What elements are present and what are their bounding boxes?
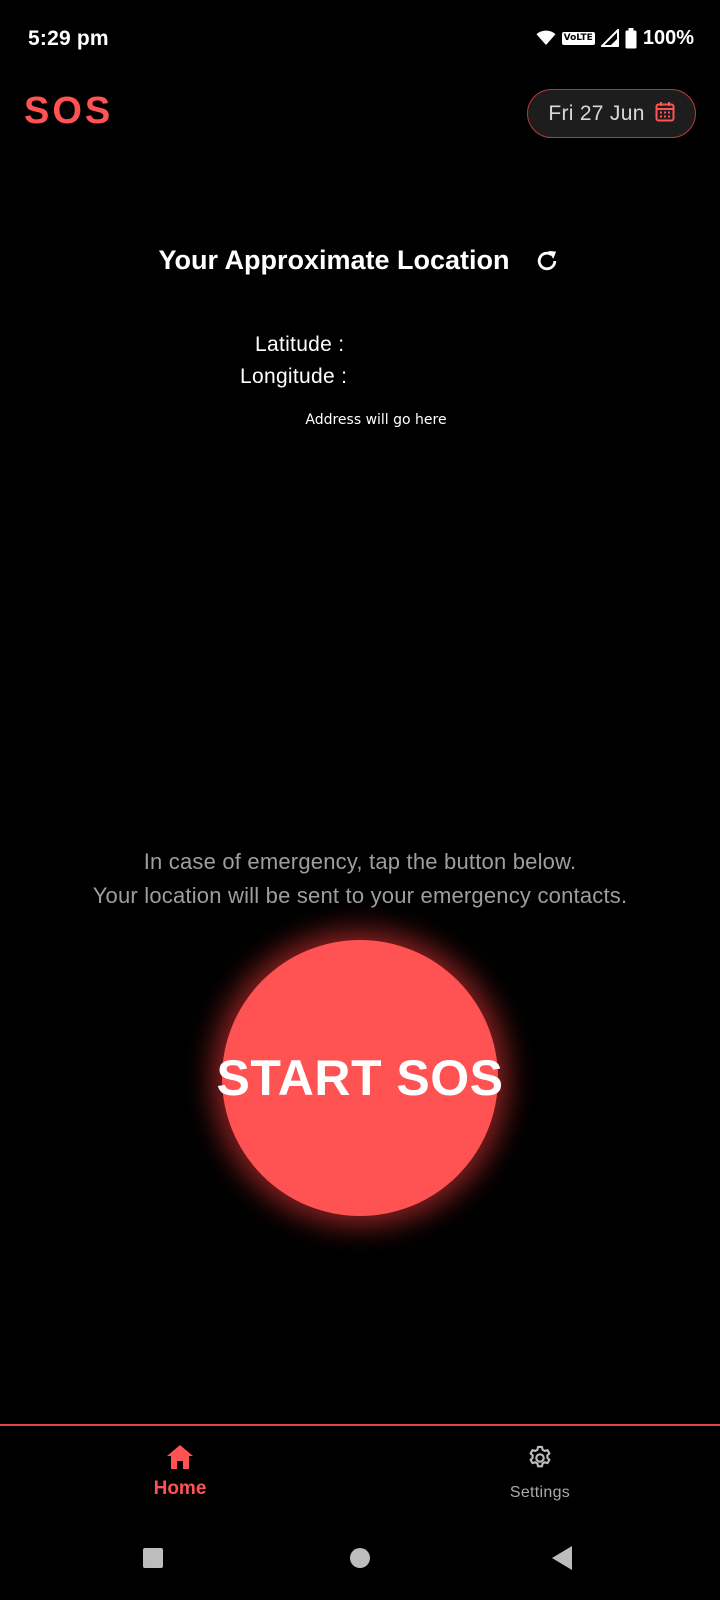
start-sos-button[interactable]: START SOS <box>217 940 503 1216</box>
nav-item-settings[interactable]: Settings <box>460 1444 620 1502</box>
instructions: In case of emergency, tap the button bel… <box>0 845 720 913</box>
home-icon <box>166 1444 194 1475</box>
wifi-icon <box>536 30 556 46</box>
nav-item-home[interactable]: Home <box>100 1444 260 1500</box>
recents-icon[interactable] <box>143 1548 163 1568</box>
battery-icon <box>625 27 637 49</box>
longitude-label: Longitude : <box>240 365 348 388</box>
location-title: Your Approximate Location <box>158 245 510 275</box>
calendar-icon <box>655 101 675 127</box>
instructions-line-1: In case of emergency, tap the button bel… <box>143 849 577 874</box>
latitude-label: Latitude : <box>255 333 345 356</box>
location-heading: Your Approximate Location <box>0 245 720 276</box>
refresh-icon[interactable] <box>532 246 562 276</box>
status-time: 5:29 pm <box>28 27 109 50</box>
system-nav-bar <box>0 1528 720 1600</box>
signal-icon <box>600 29 619 47</box>
back-icon[interactable] <box>552 1546 572 1570</box>
nav-label-home: Home <box>153 1478 207 1499</box>
date-picker-chip[interactable]: Fri 27 Jun <box>527 89 696 138</box>
bottom-nav: Home Settings <box>0 1424 720 1528</box>
date-label: Fri 27 Jun <box>548 101 645 125</box>
home-circle-icon[interactable] <box>350 1548 370 1568</box>
start-sos-label: START SOS <box>216 1050 504 1106</box>
gear-icon <box>526 1444 554 1477</box>
status-bar: 5:29 pm VoLTE 100% <box>0 0 720 78</box>
app-title: SOS <box>24 90 114 132</box>
battery-percent: 100% <box>642 26 694 49</box>
instructions-line-2: Your location will be sent to your emerg… <box>92 883 628 908</box>
volte-badge: VoLTE <box>561 31 595 45</box>
nav-label-settings: Settings <box>509 1484 571 1501</box>
status-icons: VoLTE 100% <box>536 26 694 50</box>
address-text: Address will go here <box>305 412 447 428</box>
